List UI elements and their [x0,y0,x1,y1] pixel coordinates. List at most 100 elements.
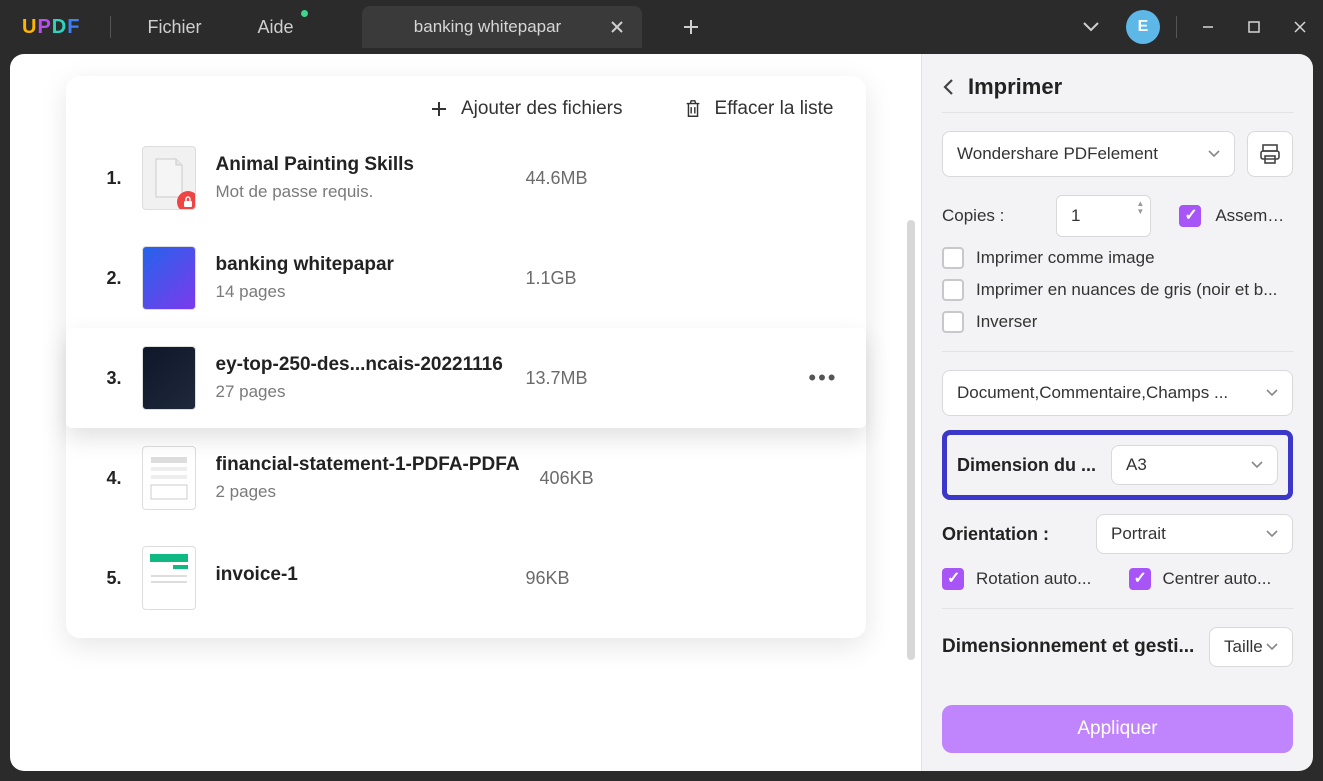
file-index: 5. [94,568,122,589]
assemble-checkbox[interactable] [1179,205,1201,227]
more-icon[interactable]: ••• [808,365,837,391]
minimize-button[interactable] [1185,0,1231,54]
file-title: invoice-1 [216,564,506,586]
caret-down-icon [1266,530,1278,538]
document-tab[interactable]: banking whitepapar [362,6,642,48]
file-list-card: Ajouter des fichiers Effacer la liste 1.… [66,76,866,638]
paper-size-label: Dimension du ... [957,455,1097,476]
paper-size-value: A3 [1126,455,1147,475]
assemble-label: Assembler [1215,206,1293,226]
caret-down-icon [1251,461,1263,469]
spinner-arrows-icon[interactable]: ▲▼ [1136,200,1144,216]
file-row[interactable]: 1. Animal Painting Skills Mot de passe r… [66,128,866,228]
file-thumbnail [142,246,196,310]
lock-icon [177,191,196,210]
file-size: 96KB [526,568,636,589]
tab-title: banking whitepapar [380,17,596,37]
titlebar: UPDF Fichier Aide banking whitepapar E [0,0,1323,54]
file-thumbnail [142,446,196,510]
file-size: 406KB [540,468,650,489]
print-as-image-label: Imprimer comme image [976,248,1155,268]
print-as-image-checkbox[interactable] [942,247,964,269]
orientation-value: Portrait [1111,524,1166,544]
file-subtitle: 14 pages [216,282,506,302]
app-logo: UPDF [0,16,102,39]
invert-label: Inverser [976,312,1037,332]
trash-icon [683,99,703,119]
card-toolbar: Ajouter des fichiers Effacer la liste [66,76,866,128]
printer-icon [1258,142,1282,166]
file-index: 1. [94,168,122,189]
file-row[interactable]: 2. banking whitepapar 14 pages 1.1GB [66,228,866,328]
caret-down-icon [1208,150,1220,158]
main-panel: Ajouter des fichiers Effacer la liste 1.… [10,54,921,771]
apply-button[interactable]: Appliquer [942,705,1293,753]
printer-properties-button[interactable] [1247,131,1293,177]
sizing-select[interactable]: Taille [1209,627,1293,667]
clear-list-button[interactable]: Effacer la liste [683,98,834,120]
file-title: banking whitepapar [216,254,506,276]
paper-size-highlight: Dimension du ... A3 [942,430,1293,500]
menu-file[interactable]: Fichier [119,0,229,54]
grayscale-label: Imprimer en nuances de gris (noir et b..… [976,280,1277,300]
file-subtitle: 27 pages [216,382,506,402]
file-row[interactable]: 4. financial-statement-1-PDFA-PDFA 2 pag… [66,428,866,528]
scrollbar[interactable] [907,220,915,660]
auto-center-checkbox[interactable] [1129,568,1151,590]
file-title: Animal Painting Skills [216,154,506,176]
file-size: 13.7MB [526,368,636,389]
sizing-title: Dimensionnement et gesti... [942,636,1199,658]
file-list: 1. Animal Painting Skills Mot de passe r… [66,128,866,628]
printer-select[interactable]: Wondershare PDFelement [942,131,1235,177]
print-content-label: Document,Commentaire,Champs ... [957,383,1228,403]
caret-down-icon [1266,643,1278,651]
file-row[interactable]: 5. invoice-1 96KB [66,528,866,628]
auto-rotate-checkbox[interactable] [942,568,964,590]
paper-size-select[interactable]: A3 [1111,445,1278,485]
print-panel: Imprimer Wondershare PDFelement Copies :… [921,54,1313,771]
add-tab-button[interactable] [682,18,700,36]
copies-value: 1 [1071,206,1080,226]
orientation-select[interactable]: Portrait [1096,514,1293,554]
file-title: ey-top-250-des...ncais-20221116 [216,354,506,376]
clear-list-label: Effacer la liste [715,98,834,120]
file-row[interactable]: 3. ey-top-250-des...ncais-20221116 27 pa… [66,328,866,428]
file-thumbnail [142,346,196,410]
user-avatar[interactable]: E [1126,10,1160,44]
file-size: 44.6MB [526,168,636,189]
file-subtitle: 2 pages [216,482,520,502]
file-size: 1.1GB [526,268,636,289]
file-subtitle: Mot de passe requis. [216,182,506,202]
menu-help-label: Aide [257,17,293,38]
add-files-button[interactable]: Ajouter des fichiers [429,98,623,120]
printer-select-label: Wondershare PDFelement [957,144,1158,164]
copies-label: Copies : [942,206,1042,226]
grayscale-checkbox[interactable] [942,279,964,301]
add-files-label: Ajouter des fichiers [461,98,623,120]
plus-icon [429,99,449,119]
auto-center-label: Centrer auto... [1163,569,1272,589]
close-window-button[interactable] [1277,0,1323,54]
separator [1176,16,1177,38]
file-index: 4. [94,468,122,489]
invert-checkbox[interactable] [942,311,964,333]
maximize-button[interactable] [1231,0,1277,54]
file-index: 2. [94,268,122,289]
auto-rotate-label: Rotation auto... [976,569,1091,589]
sizing-value: Taille [1224,637,1263,657]
chevron-down-icon[interactable] [1064,21,1118,33]
copies-input[interactable]: 1 ▲▼ [1056,195,1151,237]
caret-down-icon [1266,389,1278,397]
update-dot-icon [301,10,308,17]
separator [110,16,111,38]
panel-title: Imprimer [968,74,1062,100]
back-icon[interactable] [942,78,954,96]
file-thumbnail [142,146,196,210]
orientation-label: Orientation : [942,524,1082,545]
print-content-select[interactable]: Document,Commentaire,Champs ... [942,370,1293,416]
file-title: financial-statement-1-PDFA-PDFA [216,454,520,476]
file-thumbnail [142,546,196,610]
menu-help[interactable]: Aide [229,0,321,54]
close-icon[interactable] [610,20,624,34]
file-index: 3. [94,368,122,389]
